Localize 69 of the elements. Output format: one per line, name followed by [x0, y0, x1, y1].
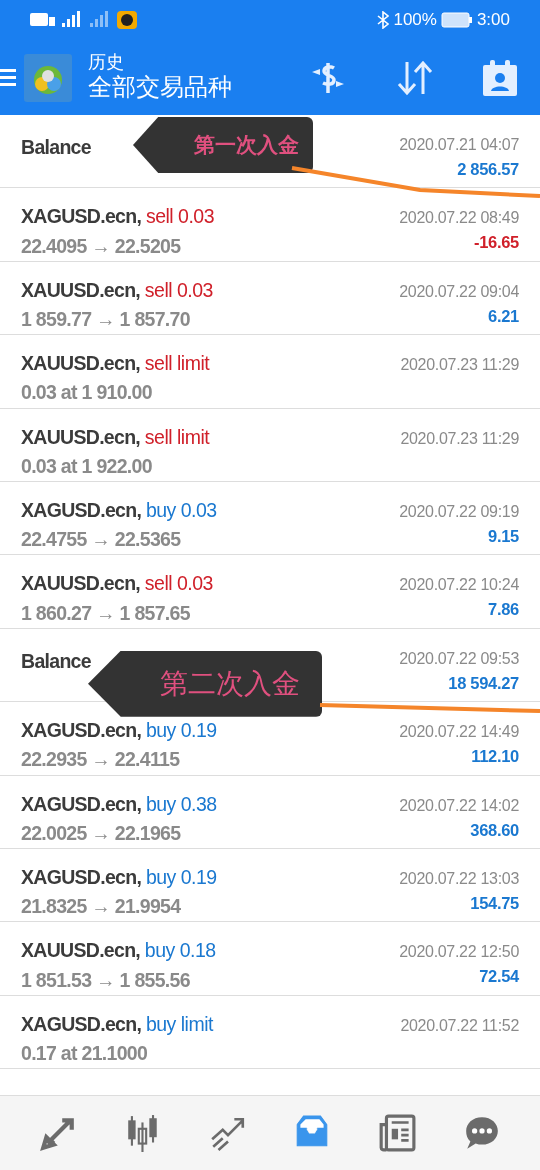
deal-profit: 72.54	[479, 966, 519, 988]
deal-row[interactable]: XAUUSD.ecn, buy 0.18 1 851.53 → 1 855.56 2020.07.22 12:50 72.54	[0, 922, 540, 996]
deal-profit: 6.21	[488, 305, 519, 327]
deal-time: 2020.07.22 09:19	[399, 501, 519, 522]
deal-row[interactable]: XAGUSD.ecn, sell 0.03 22.4095 → 22.5205 2020.07.22 08:49 -16.65	[0, 188, 540, 262]
deal-time: 2020.07.22 14:02	[399, 795, 519, 816]
deal-prices: 21.8325 → 21.9954	[21, 894, 182, 920]
deal-title: XAUUSD.ecn, sell limit	[21, 424, 210, 450]
deal-prices: 1 851.53 → 1 855.56	[21, 967, 191, 993]
deal-time: 2020.07.22 10:24	[399, 575, 519, 596]
deal-time: 2020.07.22 09:53	[399, 648, 519, 669]
deal-prices: 1 860.27 → 1 857.65	[21, 600, 191, 626]
deal-title: XAGUSD.ecn, buy limit	[21, 1011, 213, 1037]
symbol-filter[interactable]: 全部交易品种	[88, 73, 232, 102]
deal-time: 2020.07.22 08:49	[399, 208, 519, 229]
deal-prices: 0.17 at 21.1000	[21, 1040, 149, 1066]
menu-icon[interactable]	[0, 66, 16, 89]
deal-time: 2020.07.23 11:29	[400, 428, 519, 449]
deal-row[interactable]: XAGUSD.ecn, buy 0.19 22.2935 → 22.4115 2020.07.22 14:49 112.10	[0, 702, 540, 776]
deal-prices: 0.03 at 1 922.00	[21, 453, 153, 479]
bluetooth-icon	[377, 11, 390, 29]
app-logo	[24, 53, 72, 102]
battery-icon	[440, 12, 473, 28]
deal-profit: 2 856.57	[457, 159, 519, 180]
deal-title: XAUUSD.ecn, sell 0.03	[21, 277, 213, 303]
deal-row[interactable]: XAGUSD.ecn, buy 0.19 21.8325 → 21.9954 2020.07.22 13:03 154.75	[0, 848, 540, 923]
deal-time: 2020.07.22 12:50	[399, 942, 519, 963]
deal-prices: 22.0025 → 22.1965	[21, 820, 182, 846]
newspaper-icon[interactable]	[377, 1114, 416, 1152]
deal-time: 2020.07.22 14:49	[399, 722, 519, 743]
deal-prices: 1 859.77 → 1 857.70	[21, 307, 191, 333]
deal-profit: 7.86	[488, 599, 519, 621]
deal-row[interactable]: XAGUSD.ecn, buy 0.38 22.0025 → 22.1965 2020.07.22 14:02 368.60	[0, 775, 540, 849]
deal-prices: 22.4095 → 22.5205	[21, 233, 182, 259]
deal-time: 2020.07.23 11:29	[400, 355, 519, 376]
deal-prices: 0.03 at 1 910.00	[21, 380, 153, 406]
deal-profit: 9.15	[488, 525, 519, 547]
deal-prices: 22.4755 → 22.5365	[21, 527, 182, 553]
deal-row[interactable]: XAGUSD.ecn, buy limit 0.17 at 21.1000 2020.07.22 11:52	[0, 995, 540, 1070]
battery-percent: 100%	[393, 9, 437, 32]
deal-time: 2020.07.22 13:03	[399, 868, 519, 889]
deal-row[interactable]: XAUUSD.ecn, sell limit 0.03 at 1 922.00 2020.07.23 11:29	[0, 408, 540, 482]
deal-time: 2020.07.22 09:04	[399, 281, 519, 302]
calendar-person-icon[interactable]	[482, 58, 518, 97]
deal-title: XAGUSD.ecn, buy 0.03	[21, 497, 217, 523]
deal-title: XAUUSD.ecn, buy 0.18	[21, 938, 216, 964]
clock: 3:00	[476, 9, 510, 32]
sort-icon[interactable]	[396, 59, 434, 96]
deal-title: XAUUSD.ecn, sell 0.03	[21, 571, 213, 597]
deal-time: 2020.07.22 11:52	[400, 1015, 519, 1036]
deal-title: XAGUSD.ecn, sell 0.03	[21, 204, 215, 230]
deal-row[interactable]: XAUUSD.ecn, sell limit 0.03 at 1 910.00 2020.07.23 11:29	[0, 335, 540, 409]
deal-time: 2020.07.21 04:07	[399, 135, 519, 155]
deal-prices: 22.2935 → 22.4115	[21, 747, 181, 773]
screen-title: 历史	[88, 53, 125, 73]
deal-row[interactable]: XAUUSD.ecn, sell 0.03 1 860.27 → 1 857.65 2020.07.22 10:24 7.86	[0, 555, 540, 629]
deal-title: XAGUSD.ecn, buy 0.38	[21, 791, 217, 817]
deal-title: XAGUSD.ecn, buy 0.19	[21, 718, 217, 744]
deal-title: XAUUSD.ecn, sell limit	[21, 351, 210, 377]
deal-row[interactable]: XAUUSD.ecn, sell 0.03 1 859.77 → 1 857.70 2020.07.22 09:04 6.21	[0, 261, 540, 336]
deal-profit: 112.10	[471, 746, 519, 768]
deal-profit: 368.60	[470, 819, 519, 841]
deal-profit: 154.75	[470, 892, 519, 914]
deal-type: Balance	[21, 135, 91, 160]
annotation-callout: 第一次入金	[133, 117, 313, 173]
deal-row[interactable]: XAGUSD.ecn, buy 0.03 22.4755 → 22.5365 2020.07.22 09:19 9.15	[0, 481, 540, 556]
deal-title: XAGUSD.ecn, buy 0.19	[21, 864, 217, 890]
deal-profit: 18 594.27	[448, 672, 519, 694]
deal-profit: -16.65	[474, 232, 519, 254]
